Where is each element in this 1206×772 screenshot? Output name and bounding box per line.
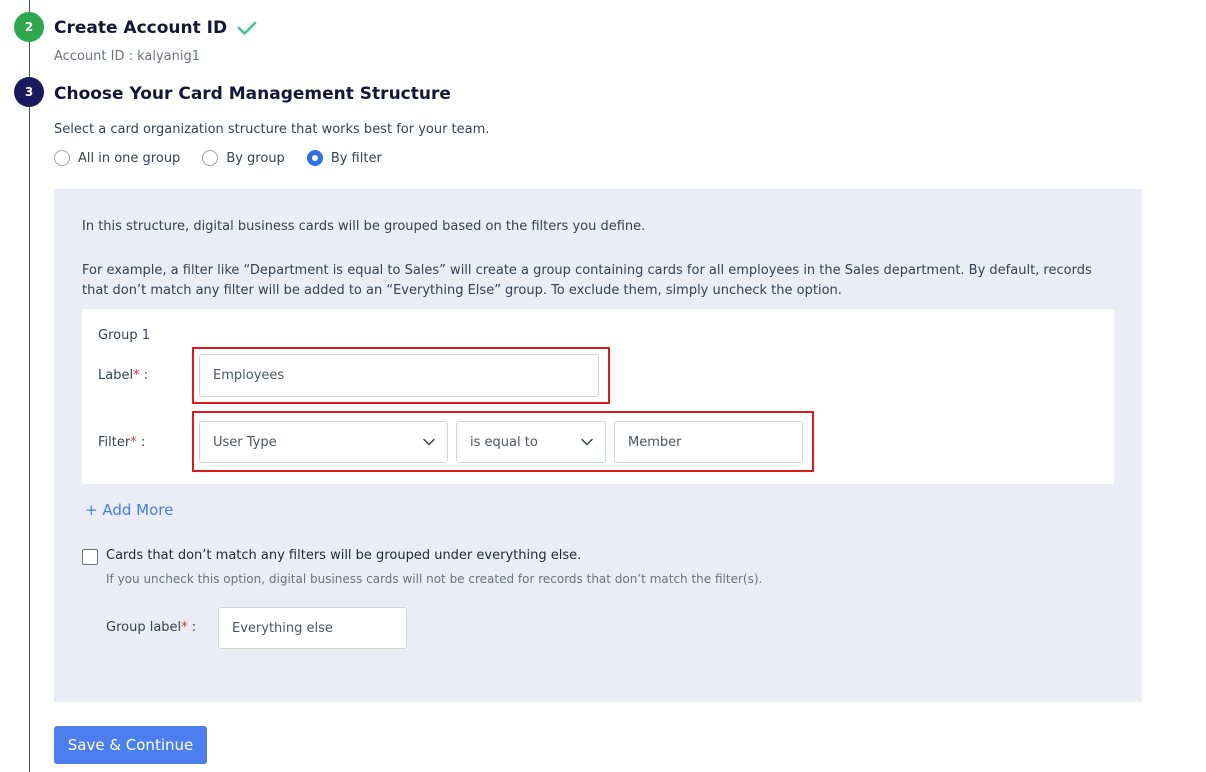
radio-label: By filter xyxy=(330,150,382,166)
filter-value-input[interactable]: Member xyxy=(614,421,803,463)
save-continue-button[interactable]: Save & Continue xyxy=(54,726,207,764)
radio-all-in-one-group[interactable]: All in one group xyxy=(54,150,180,166)
panel-example-text: For example, a filter like “Department i… xyxy=(82,263,1092,298)
check-icon xyxy=(237,20,257,36)
label-field-label: Label* : xyxy=(98,368,149,383)
chevron-down-icon xyxy=(581,435,593,450)
panel-info-text: In this structure, digital business card… xyxy=(82,219,646,234)
radio-button[interactable] xyxy=(202,150,219,166)
everything-else-label-value: Everything else xyxy=(232,620,333,636)
step-2-title: Create Account ID xyxy=(54,18,228,38)
group-label-value: Employees xyxy=(213,368,285,383)
group-label-field-label: Group label* : xyxy=(106,620,197,635)
filter-structure-panel: In this structure, digital business card… xyxy=(54,189,1142,702)
structure-radio-group: All in one group By group By filter xyxy=(54,150,404,166)
radio-by-filter[interactable]: By filter xyxy=(306,150,382,166)
everything-else-label-input[interactable]: Everything else xyxy=(218,607,407,649)
filter-value: Member xyxy=(628,434,682,450)
radio-label: All in one group xyxy=(78,150,181,166)
filter-field-label: Filter* : xyxy=(98,435,146,450)
step-2-badge: 2 xyxy=(14,12,44,42)
group-label-input[interactable]: Employees xyxy=(199,354,599,397)
everything-else-help: If you uncheck this option, digital busi… xyxy=(106,572,763,586)
timeline-line xyxy=(29,0,30,772)
radio-button-selected[interactable] xyxy=(306,150,323,166)
step-3-title: Choose Your Card Management Structure xyxy=(54,84,451,104)
everything-else-checkbox[interactable] xyxy=(82,549,98,565)
everything-else-label: Cards that don’t match any filters will … xyxy=(106,548,582,563)
group-title: Group 1 xyxy=(98,328,150,343)
add-more-link[interactable]: + Add More xyxy=(85,501,173,519)
radio-label: By group xyxy=(226,150,285,166)
radio-button[interactable] xyxy=(54,150,70,166)
filter-operator-select[interactable]: is equal to xyxy=(456,421,606,463)
step-3-badge: 3 xyxy=(14,77,44,107)
radio-by-group[interactable]: By group xyxy=(202,150,285,166)
filter-operator-value: is equal to xyxy=(470,434,538,450)
step-2-header: Create Account ID xyxy=(54,18,257,38)
chevron-down-icon xyxy=(423,435,435,450)
group-card: Group 1 Label* : Filter* : Employees Use… xyxy=(82,309,1114,484)
filter-field-select[interactable]: User Type xyxy=(199,421,448,463)
step-3-description: Select a card organization structure tha… xyxy=(54,122,490,137)
filter-field-value: User Type xyxy=(213,434,277,450)
account-id-text: Account ID : kalyanig1 xyxy=(54,49,201,64)
